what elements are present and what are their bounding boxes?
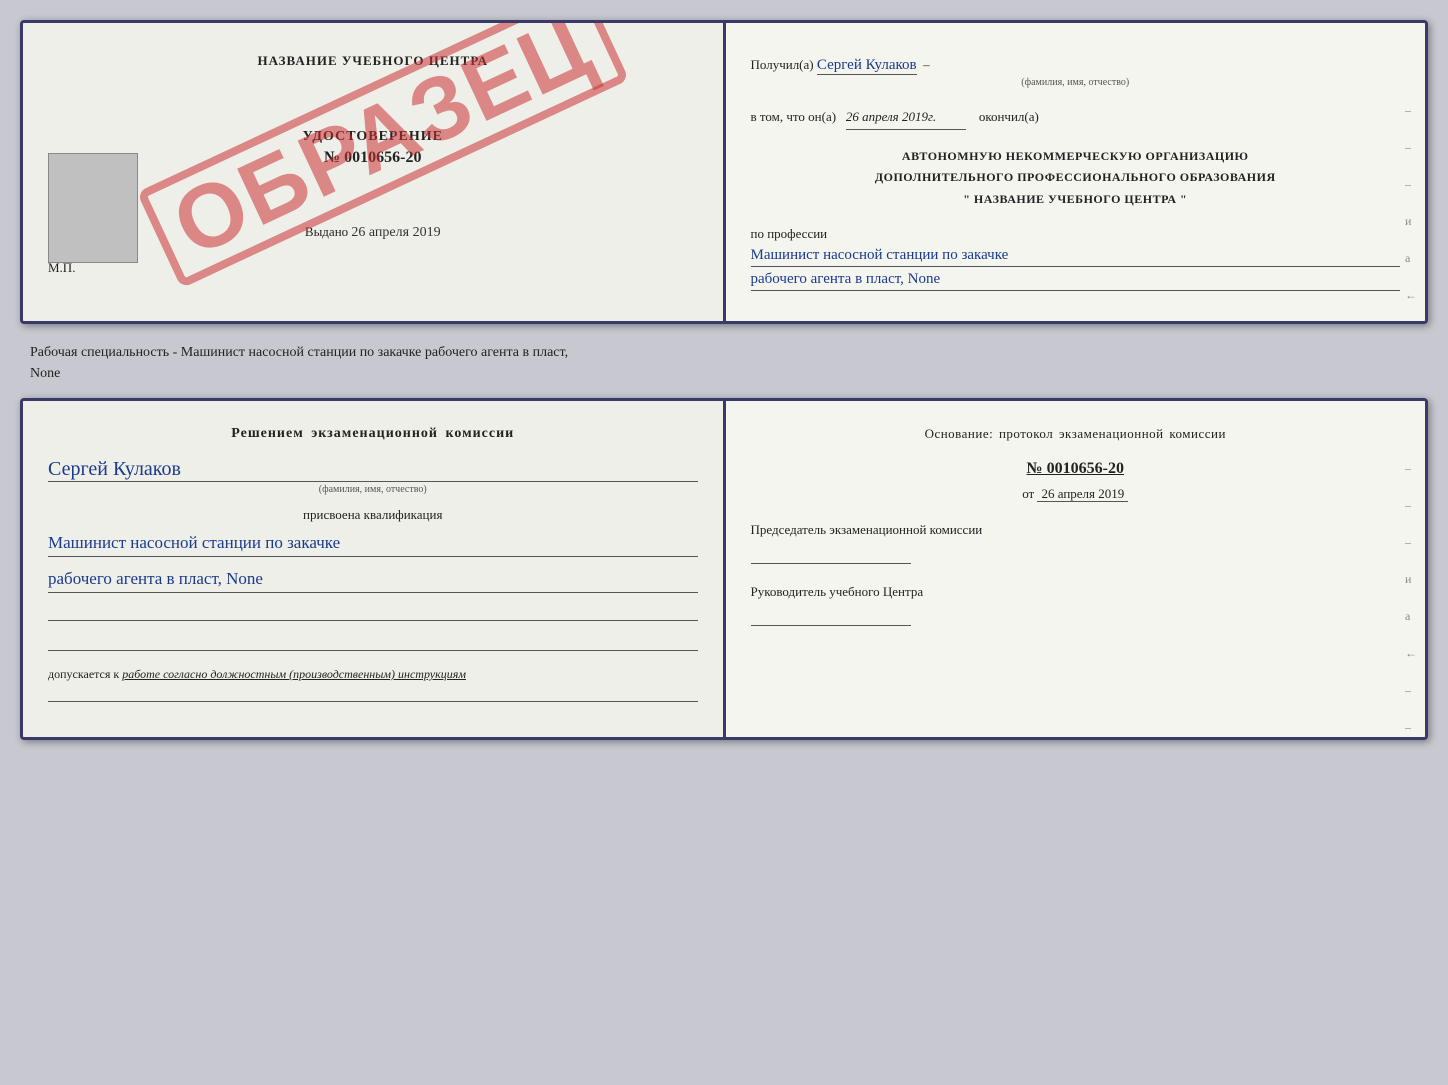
predsedatel-label: Председатель экзаменационной комиссии	[751, 522, 983, 537]
rukovoditel-label: Руководитель учебного Центра	[751, 584, 924, 599]
bottom-left-page: Решением экзаменационной комиссии Сергей…	[23, 401, 726, 737]
cert-school-name: НАЗВАНИЕ УЧЕБНОГО ЦЕНТРА	[48, 53, 698, 69]
separator-text: Рабочая специальность - Машинист насосно…	[20, 334, 1428, 388]
po-professii-label: по профессии	[751, 226, 828, 241]
blank-line-3	[48, 682, 698, 702]
separator-line2: None	[30, 366, 60, 381]
udostoverenie-title: УДОСТОВЕРЕНИЕ	[48, 129, 698, 145]
profession-line2: рабочего агента в пласт, None	[751, 271, 1401, 291]
mp-label: М.П.	[48, 260, 75, 276]
vydano-line: Выдано 26 апреля 2019	[23, 224, 723, 241]
vydano-date: 26 апреля 2019	[351, 225, 440, 240]
top-left-page: НАЗВАНИЕ УЧЕБНОГО ЦЕНТРА ОБРАЗЕЦ УДОСТОВ…	[23, 23, 726, 321]
blank-line-2	[48, 631, 698, 651]
top-right-page: Получил(a) Сергей Кулаков – (фамилия, им…	[726, 23, 1426, 321]
bottom-name: Сергей Кулаков	[48, 458, 698, 482]
ot-date: 26 апреля 2019	[1037, 486, 1128, 502]
bottom-right-page: Основание: протокол экзаменационной коми…	[726, 401, 1426, 737]
udostoverenie-number: № 0010656-20	[48, 149, 698, 167]
rukovoditel-signature-line	[751, 606, 911, 626]
bottom-familiya-label: (фамилия, имя, отчество)	[48, 484, 698, 495]
predsedatel-signature-line	[751, 544, 911, 564]
predsedatel-block: Председатель экзаменационной комиссии	[751, 522, 1401, 564]
ot-line: от 26 апреля 2019	[751, 486, 1401, 502]
resheniem-label: Решением экзаменационной комиссии	[48, 426, 698, 442]
profession-line1: Машинист насосной станции по закачке	[751, 247, 1401, 267]
vtom-line: в том, что он(a) 26 апреля 2019г. окончи…	[751, 107, 1401, 130]
prisvoena-label: присвоена квалификация	[48, 507, 698, 523]
org-block: АВТОНОМНУЮ НЕКОММЕРЧЕСКУЮ ОРГАНИЗАЦИЮ ДО…	[751, 146, 1401, 211]
familiya-label: (фамилия, имя, отчество)	[751, 75, 1401, 91]
dopuskaetsya-label: допускается к	[48, 667, 119, 681]
side-dashes: – – – и а ← – – –	[1405, 103, 1417, 324]
udostoverenie-block: УДОСТОВЕРЕНИЕ № 0010656-20	[48, 129, 698, 167]
dopuskaetsya-text: работе согласно должностным (производств…	[122, 667, 466, 681]
protocol-number: № 0010656-20	[751, 460, 1401, 478]
vtom-date: 26 апреля 2019г.	[846, 107, 966, 130]
vtom-label: в том, что он(a)	[751, 109, 837, 124]
right-side-dashes: – – – и а ← – – – –	[1405, 461, 1417, 740]
vydano-label: Выдано	[305, 224, 348, 239]
qualification-line2: рабочего агента в пласт, None	[48, 565, 698, 593]
blank-line-1	[48, 601, 698, 621]
org-line1: АВТОНОМНУЮ НЕКОММЕРЧЕСКУЮ ОРГАНИЗАЦИЮ	[751, 146, 1401, 168]
poluchil-line: Получил(a) Сергей Кулаков – (фамилия, им…	[751, 53, 1401, 91]
separator-line1: Рабочая специальность - Машинист насосно…	[30, 345, 568, 360]
rukovoditel-block: Руководитель учебного Центра	[751, 584, 1401, 626]
profession-block: по профессии Машинист насосной станции п…	[751, 225, 1401, 291]
ot-label: от	[1022, 486, 1034, 501]
osnovaniye-label: Основание: протокол экзаменационной коми…	[751, 426, 1401, 442]
top-document: НАЗВАНИЕ УЧЕБНОГО ЦЕНТРА ОБРАЗЕЦ УДОСТОВ…	[20, 20, 1428, 324]
bottom-document: Решением экзаменационной комиссии Сергей…	[20, 398, 1428, 740]
poluchil-name: Сергей Кулаков	[817, 57, 917, 75]
okonchil-label: окончил(а)	[979, 109, 1039, 124]
org-line3: " НАЗВАНИЕ УЧЕБНОГО ЦЕНТРА "	[751, 189, 1401, 211]
org-line2: ДОПОЛНИТЕЛЬНОГО ПРОФЕССИОНАЛЬНОГО ОБРАЗО…	[751, 167, 1401, 189]
qualification-line1: Машинист насосной станции по закачке	[48, 529, 698, 557]
poluchil-label: Получил(a)	[751, 57, 814, 72]
dopuskaetsya-block: допускается к работе согласно должностны…	[48, 667, 698, 682]
photo-placeholder	[48, 153, 138, 263]
